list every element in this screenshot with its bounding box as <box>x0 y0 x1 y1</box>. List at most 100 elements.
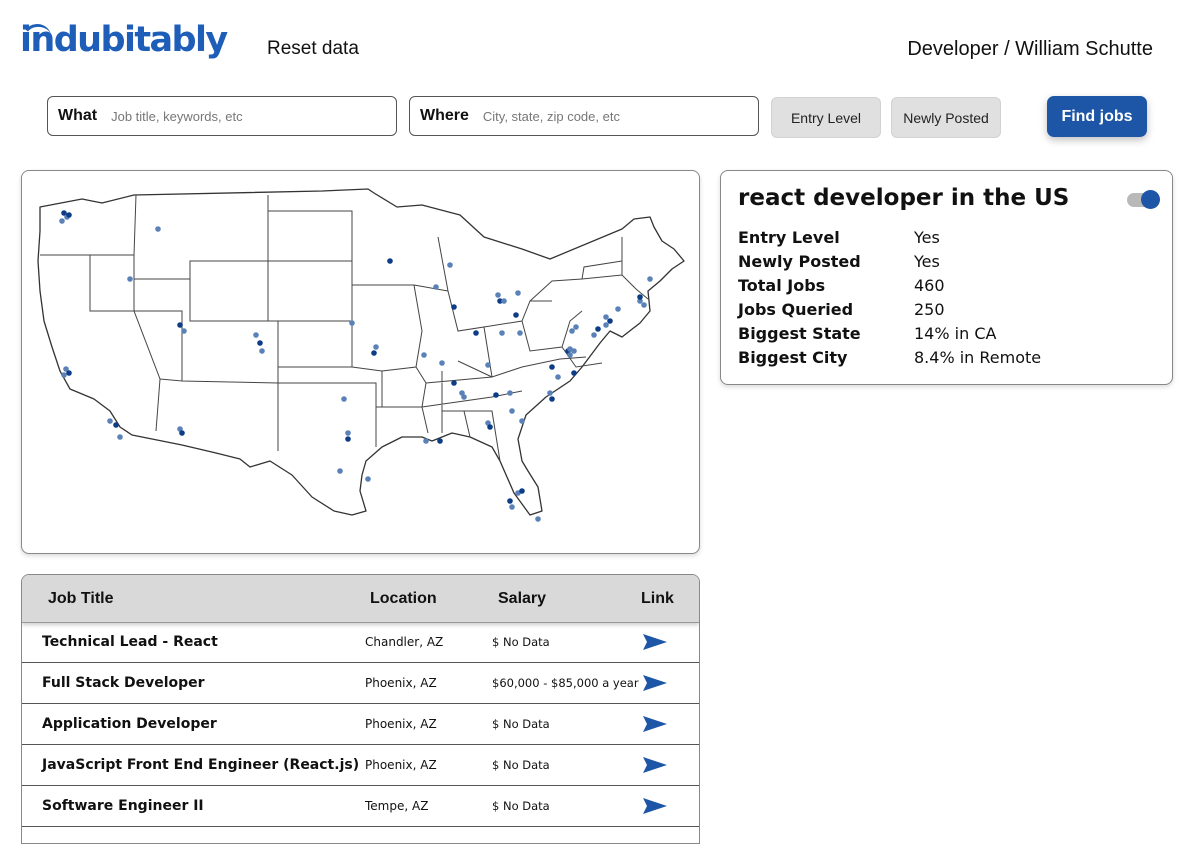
job-location-dot <box>519 418 525 424</box>
job-location-dot <box>433 284 439 290</box>
job-location-dot <box>499 330 505 336</box>
summary-value: 14% in CA <box>914 324 997 343</box>
job-location-dot <box>513 312 519 318</box>
job-location-dot <box>127 276 133 282</box>
job-location-dot <box>257 340 263 346</box>
job-location-dot <box>345 436 351 442</box>
summary-key: Entry Level <box>738 228 840 247</box>
summary-key: Total Jobs <box>738 276 826 295</box>
job-salary: $ No Data <box>492 717 550 731</box>
job-location-dot <box>155 226 161 232</box>
logo[interactable]: indubitably <box>20 20 228 60</box>
job-location-dot <box>603 314 609 320</box>
find-jobs-button[interactable]: Find jobs <box>1047 96 1147 137</box>
job-location-dot <box>493 392 499 398</box>
jobs-table-header: Job Title Location Salary Link <box>22 575 699 623</box>
entry-level-button[interactable]: Entry Level <box>771 97 881 138</box>
job-location-dot <box>549 364 555 370</box>
job-location-dot <box>177 322 183 328</box>
summary-key: Newly Posted <box>738 252 861 271</box>
job-location-dot <box>473 330 479 336</box>
job-location-dot <box>107 418 113 424</box>
job-location-dot <box>66 212 72 218</box>
job-location-dot <box>371 350 377 356</box>
job-location-dot <box>507 390 513 396</box>
job-salary: $ No Data <box>492 799 550 813</box>
what-field[interactable]: What <box>47 96 397 136</box>
search-summary-card: react developer in the US Entry Level Ye… <box>720 170 1173 385</box>
table-row[interactable]: JavaScript Front End Engineer (React.js)… <box>22 745 699 786</box>
job-location-dot <box>337 468 343 474</box>
summary-key: Biggest City <box>738 348 848 367</box>
summary-value: 460 <box>914 276 945 295</box>
table-row[interactable]: Technical Lead - React Chandler, AZ $ No… <box>22 622 699 663</box>
what-input[interactable] <box>109 107 396 125</box>
job-location-dot <box>259 348 265 354</box>
send-arrow-icon[interactable] <box>642 674 668 692</box>
what-label: What <box>58 107 98 124</box>
job-location-dot <box>509 408 515 414</box>
job-location-dot <box>567 352 573 358</box>
job-location-dot <box>341 396 347 402</box>
job-location-dot <box>447 262 453 268</box>
job-location-dot <box>113 422 119 428</box>
job-location-dot <box>571 348 577 354</box>
table-row[interactable]: Full Stack Developer Phoenix, AZ $60,000… <box>22 663 699 704</box>
job-location-dot <box>591 332 597 338</box>
job-location-dot <box>637 294 643 300</box>
summary-value: 8.4% in Remote <box>914 348 1042 367</box>
job-salary: $ No Data <box>492 635 550 649</box>
job-location-dot <box>365 476 371 482</box>
job-location-dot <box>485 362 491 368</box>
summary-title: react developer in the US <box>738 185 1070 211</box>
job-location-dot <box>345 430 351 436</box>
job-location-dot <box>253 332 259 338</box>
send-arrow-icon[interactable] <box>642 715 668 733</box>
col-job-title[interactable]: Job Title <box>48 590 114 608</box>
job-location-dot <box>66 370 72 376</box>
job-location-dot <box>437 438 443 444</box>
job-location-dot <box>495 292 501 298</box>
job-location-dot <box>59 218 65 224</box>
job-location-dot <box>569 328 575 334</box>
job-location-dot <box>423 438 429 444</box>
job-location-dot <box>535 516 541 522</box>
where-field[interactable]: Where <box>409 96 759 136</box>
col-location[interactable]: Location <box>370 590 437 608</box>
newly-posted-button[interactable]: Newly Posted <box>891 97 1001 138</box>
job-location-dot <box>507 498 513 504</box>
col-salary[interactable]: Salary <box>498 590 546 608</box>
job-location-dot <box>573 324 579 330</box>
send-arrow-icon[interactable] <box>642 756 668 774</box>
job-location-dot <box>451 380 457 386</box>
send-arrow-icon[interactable] <box>642 633 668 651</box>
job-location-dot <box>509 504 515 510</box>
job-title: Application Developer <box>42 716 217 732</box>
us-map <box>21 170 700 554</box>
summary-toggle[interactable] <box>1127 190 1160 209</box>
job-location-dot <box>451 304 457 310</box>
job-location-dot <box>549 396 555 402</box>
summary-value: Yes <box>914 252 940 271</box>
job-location: Phoenix, AZ <box>365 717 437 731</box>
reset-data-link[interactable]: Reset data <box>267 38 359 60</box>
us-map-svg <box>37 188 685 522</box>
job-salary: $ No Data <box>492 758 550 772</box>
summary-value: Yes <box>914 228 940 247</box>
send-arrow-icon[interactable] <box>642 797 668 815</box>
job-location: Chandler, AZ <box>365 635 444 649</box>
job-title: JavaScript Front End Engineer (React.js) <box>42 757 360 773</box>
table-row[interactable]: Application Developer Phoenix, AZ $ No D… <box>22 704 699 745</box>
table-row[interactable]: Software Engineer II Tempe, AZ $ No Data <box>22 786 699 827</box>
job-location-dot <box>461 394 467 400</box>
job-location-dot <box>501 298 507 304</box>
job-location-dot <box>517 330 523 336</box>
jobs-table: Job Title Location Salary Link Technical… <box>21 574 700 844</box>
job-location-dot <box>349 320 355 326</box>
summary-key: Jobs Queried <box>738 300 854 319</box>
where-input[interactable] <box>480 107 758 125</box>
job-location-dot <box>387 258 393 264</box>
job-location-dot <box>595 326 601 332</box>
job-location: Phoenix, AZ <box>365 758 437 772</box>
job-location-dot <box>117 434 123 440</box>
